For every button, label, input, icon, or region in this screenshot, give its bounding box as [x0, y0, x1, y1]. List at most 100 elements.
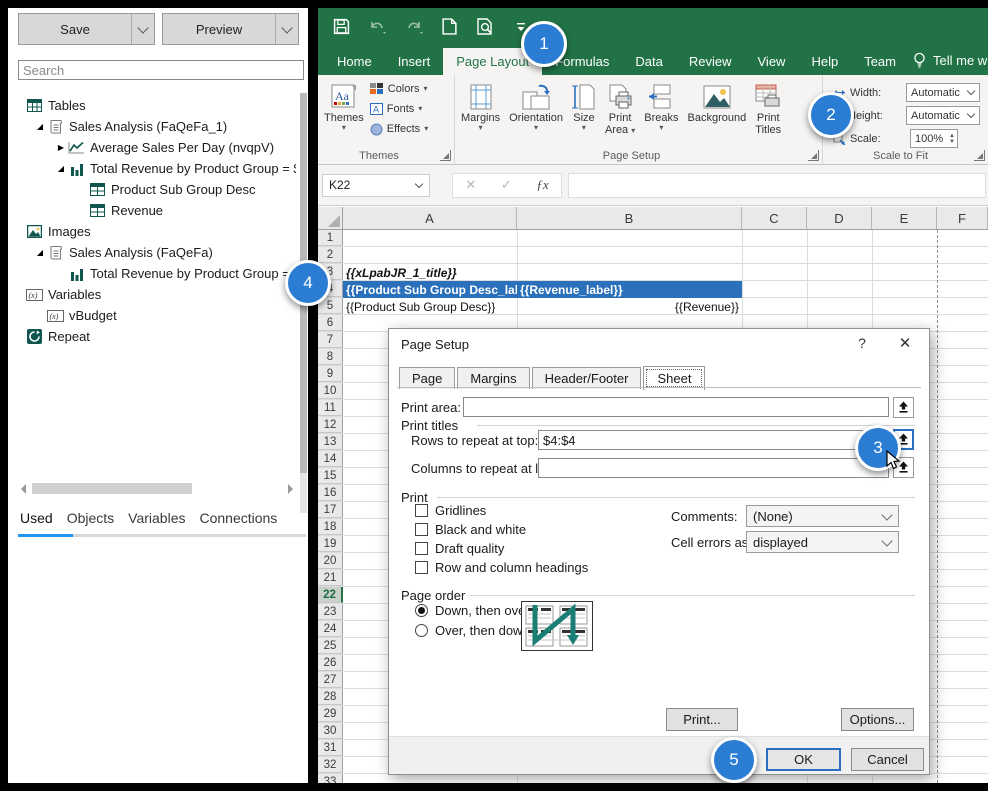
ok-button[interactable]: OK — [766, 748, 841, 771]
formula-input[interactable] — [568, 173, 986, 198]
collapse-icon[interactable]: ◢ — [35, 248, 45, 257]
panel-tab-objects[interactable]: Objects — [67, 510, 114, 532]
panel-tab-connections[interactable]: Connections — [199, 510, 277, 532]
preview-dropdown-button[interactable] — [275, 14, 298, 44]
row-header-26[interactable]: 26 — [318, 655, 343, 671]
gridlines-checkbox[interactable]: Gridlines — [415, 503, 486, 518]
cell-B5[interactable]: {{Revenue}} — [517, 298, 739, 315]
row-header-19[interactable]: 19 — [318, 536, 343, 552]
row-header-33[interactable]: 33 — [318, 774, 343, 783]
print-area-button[interactable]: PrintArea ▾ — [605, 78, 635, 136]
save-dropdown-button[interactable] — [131, 14, 154, 44]
column-header-D[interactable]: D — [807, 207, 872, 229]
ribbon-tab-help[interactable]: Help — [798, 48, 851, 75]
tree-item-variables[interactable]: (x)Variables — [14, 284, 296, 305]
row-header-9[interactable]: 9 — [318, 366, 343, 382]
row-header-18[interactable]: 18 — [318, 519, 343, 535]
print-preview-icon[interactable] — [474, 16, 496, 38]
row-header-17[interactable]: 17 — [318, 502, 343, 518]
tree-item-total-revenue-by-product-group-6[interactable]: ◢Total Revenue by Product Group = $6 — [14, 158, 296, 179]
column-header-A[interactable]: A — [343, 207, 517, 229]
tree-item-images[interactable]: Images — [14, 221, 296, 242]
row-header-32[interactable]: 32 — [318, 757, 343, 773]
cell-errors-dropdown[interactable]: displayed — [746, 531, 899, 553]
select-all-corner[interactable] — [318, 207, 343, 229]
dialog-close-icon[interactable]: ✕ — [895, 334, 915, 352]
tab-page[interactable]: Page — [399, 367, 455, 389]
dialog-help-button[interactable]: ? — [853, 335, 871, 351]
down-then-over-radio[interactable]: Down, then over — [415, 603, 530, 618]
cancel-entry-icon[interactable]: ✕ — [465, 177, 476, 193]
ribbon-tab-data[interactable]: Data — [622, 48, 675, 75]
print-area-input[interactable] — [463, 397, 889, 417]
row-header-29[interactable]: 29 — [318, 706, 343, 722]
comments-dropdown[interactable]: (None) — [746, 505, 899, 527]
ribbon-tab-team[interactable]: Team — [851, 48, 909, 75]
themes-button[interactable]: Aa Themes ▾ — [324, 78, 364, 138]
cols-repeat-input[interactable] — [538, 458, 889, 478]
themes-dialog-launcher-icon[interactable] — [440, 150, 451, 161]
row-header-14[interactable]: 14 — [318, 451, 343, 467]
row-header-31[interactable]: 31 — [318, 740, 343, 756]
margins-button[interactable]: Margins▾ — [461, 78, 500, 136]
row-header-7[interactable]: 7 — [318, 332, 343, 348]
row-header-25[interactable]: 25 — [318, 638, 343, 654]
new-document-icon[interactable] — [438, 16, 460, 38]
collapse-icon[interactable]: ◢ — [35, 122, 45, 131]
tree-item-product-sub-group-desc[interactable]: Product Sub Group Desc — [14, 179, 296, 200]
scale-dialog-launcher-icon[interactable] — [974, 150, 985, 161]
save-button[interactable]: Save — [18, 13, 155, 45]
row-header-22[interactable]: 22 — [318, 587, 343, 603]
panel-tab-used[interactable]: Used — [20, 510, 53, 532]
column-header-F[interactable]: F — [937, 207, 988, 229]
tree-item-tables[interactable]: Tables — [14, 95, 296, 116]
print-titles-button[interactable]: PrintTitles — [755, 78, 781, 136]
row-header-13[interactable]: 13 — [318, 434, 343, 450]
preview-button[interactable]: Preview — [162, 13, 299, 45]
row-header-6[interactable]: 6 — [318, 315, 343, 331]
row-header-12[interactable]: 12 — [318, 417, 343, 433]
background-button[interactable]: Background — [688, 78, 747, 136]
rows-repeat-input[interactable]: $4:$4 — [538, 430, 889, 450]
cell-A3[interactable]: {{xLpabJR_1_title}} — [346, 264, 516, 281]
redo-icon[interactable] — [402, 16, 424, 38]
scale-spinner[interactable]: 100%▲▼ — [910, 129, 958, 148]
row-header-20[interactable]: 20 — [318, 553, 343, 569]
print-dialog-button[interactable]: Print... — [666, 708, 738, 731]
row-header-27[interactable]: 27 — [318, 672, 343, 688]
panel-horizontal-scrollbar[interactable] — [16, 481, 298, 496]
save-icon[interactable] — [330, 16, 352, 38]
cell-B4[interactable]: {{Revenue_label}} — [517, 281, 742, 298]
width-combo[interactable]: Automatic — [906, 83, 980, 102]
tree-item-revenue[interactable]: Revenue — [14, 200, 296, 221]
orientation-button[interactable]: Orientation▾ — [509, 78, 563, 136]
page-setup-dialog-launcher-icon[interactable] — [808, 150, 819, 161]
column-header-E[interactable]: E — [872, 207, 937, 229]
scrollbar-thumb[interactable] — [32, 483, 192, 494]
column-header-C[interactable]: C — [742, 207, 807, 229]
row-header-21[interactable]: 21 — [318, 570, 343, 586]
size-button[interactable]: Size▾ — [572, 78, 596, 136]
tree-item-repeat[interactable]: Repeat — [14, 326, 296, 347]
header-row-4[interactable]: {{Product Sub Group Desc_label}} {{Reven… — [343, 281, 742, 298]
collapse-icon[interactable]: ◢ — [56, 164, 66, 173]
tab-margins[interactable]: Margins — [457, 367, 529, 389]
row-header-1[interactable]: 1 — [318, 230, 343, 246]
tell-me-box[interactable]: Tell me wha — [909, 46, 988, 75]
row-header-16[interactable]: 16 — [318, 485, 343, 501]
cancel-button[interactable]: Cancel — [851, 748, 924, 771]
over-then-down-radio[interactable]: Over, then down — [415, 623, 530, 638]
insert-function-icon[interactable]: ƒx — [536, 177, 548, 193]
effects-button[interactable]: Effects▾ — [370, 120, 428, 138]
scroll-left-icon[interactable] — [16, 484, 26, 494]
draft-quality-checkbox[interactable]: Draft quality — [415, 541, 504, 556]
cell-A4[interactable]: {{Product Sub Group Desc_label}} — [343, 281, 517, 298]
ribbon-tab-home[interactable]: Home — [324, 48, 385, 75]
undo-icon[interactable] — [366, 16, 388, 38]
row-header-10[interactable]: 10 — [318, 383, 343, 399]
fonts-button[interactable]: AFonts▾ — [370, 100, 428, 118]
scroll-right-icon[interactable] — [288, 484, 298, 494]
tree-item-total-revenue-by-product-group[interactable]: Total Revenue by Product Group = $ — [14, 263, 296, 284]
row-header-8[interactable]: 8 — [318, 349, 343, 365]
ribbon-tab-insert[interactable]: Insert — [385, 48, 444, 75]
